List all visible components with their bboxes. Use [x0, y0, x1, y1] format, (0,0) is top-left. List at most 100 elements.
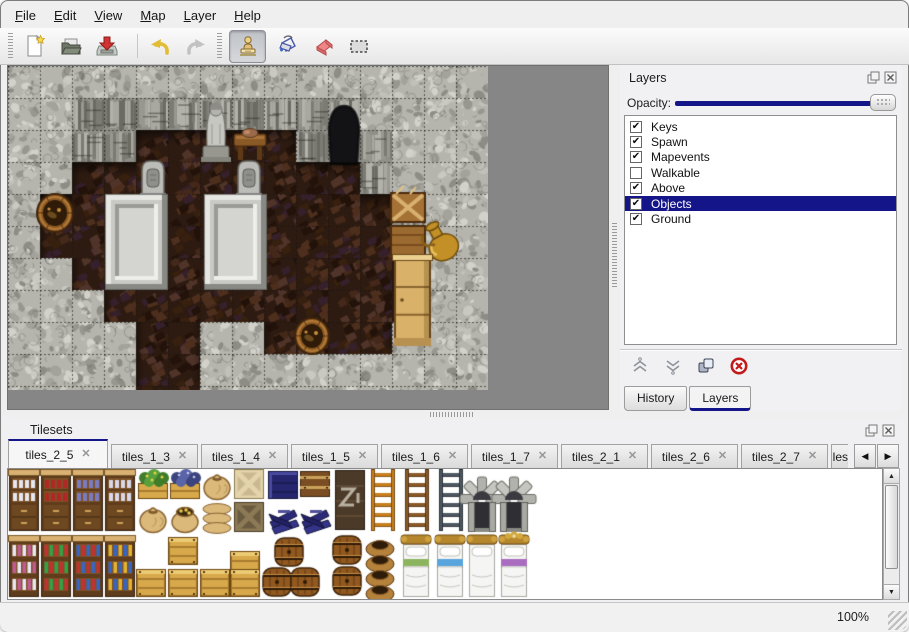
layer-visibility-checkbox[interactable]: [630, 167, 642, 179]
opacity-slider[interactable]: [675, 91, 896, 115]
move-layer-up-icon: [630, 356, 650, 376]
menu-item-layer[interactable]: Layer: [175, 4, 226, 26]
layer-row-objects[interactable]: ✔Objects: [625, 196, 896, 211]
tilesets-panel: Tilesets tiles_2_5✕tiles_1_3✕tiles_1_4✕t…: [3, 418, 906, 602]
layer-row-mapevents[interactable]: ✔ Mapevents: [625, 150, 896, 165]
tileset-canvas[interactable]: [8, 469, 882, 599]
redo-button[interactable]: [181, 31, 211, 61]
layer-visibility-checkbox[interactable]: ✔: [630, 182, 642, 194]
horizontal-splitter[interactable]: [0, 410, 909, 418]
tileset-tab-tiles_1_3[interactable]: tiles_1_3 ✕: [111, 444, 198, 468]
fill-icon: [275, 34, 299, 58]
menu-bar: FileEditViewMapLayerHelp: [6, 4, 903, 28]
tileset-tab-tiles_2[interactable]: tiles_2: [831, 444, 848, 468]
tileset-tab-tiles_1_6[interactable]: tiles_1_6✕: [381, 444, 468, 468]
stamp-button[interactable]: [229, 30, 266, 63]
tileset-tab-label: tiles_2_5: [25, 448, 73, 462]
layer-row-spawn[interactable]: ✔ Spawn: [625, 134, 896, 149]
tileset-tab-tiles_2_1[interactable]: tiles_2_1✕: [561, 444, 648, 468]
dock-tab-bar: HistoryLayers: [624, 386, 751, 411]
tileset-tab-bar: tiles_2_5✕tiles_1_3✕tiles_1_4✕tiles_1_5✕…: [8, 439, 848, 468]
save-file-button[interactable]: [92, 31, 122, 61]
save-file-icon: [95, 34, 119, 58]
close-tab-icon[interactable]: ✕: [538, 451, 547, 462]
scroll-down-button[interactable]: ▼: [884, 584, 899, 599]
undo-icon: [148, 34, 172, 58]
delete-layer-button[interactable]: [727, 355, 751, 377]
layer-label: Keys: [651, 120, 678, 134]
menu-item-map[interactable]: Map: [131, 4, 174, 26]
tilesets-panel-title: Tilesets: [30, 423, 73, 437]
scroll-tabs-left-button[interactable]: ◀: [854, 444, 876, 468]
scroll-up-button[interactable]: ▲: [884, 469, 899, 484]
toolbar-grip-icon: [8, 33, 13, 59]
layer-visibility-checkbox[interactable]: ✔: [630, 136, 642, 148]
vertical-splitter[interactable]: [609, 65, 620, 410]
move-layer-down-button[interactable]: [661, 355, 685, 377]
opacity-slider-handle[interactable]: [870, 94, 896, 111]
toolbar-separator: [137, 34, 138, 58]
eraser-button[interactable]: [308, 31, 338, 61]
opacity-label: Opacity:: [627, 96, 671, 110]
layer-visibility-checkbox[interactable]: ✔: [630, 213, 642, 225]
tilesets-panel-close-button[interactable]: [882, 424, 895, 437]
zoom-level: 100%: [837, 610, 869, 624]
new-file-button[interactable]: [20, 31, 50, 61]
layer-row-walkable[interactable]: Walkable: [625, 165, 896, 180]
close-tab-icon[interactable]: ✕: [268, 451, 277, 462]
close-tab-icon[interactable]: ✕: [448, 451, 457, 462]
application-window: FileEditViewMapLayerHelp Layers Opacity:…: [0, 0, 909, 632]
tileset-tab-tiles_2_7[interactable]: tiles_2_7✕: [741, 444, 828, 468]
delete-layer-icon: [729, 356, 749, 376]
menu-item-view[interactable]: View: [85, 4, 131, 26]
menu-item-help[interactable]: Help: [225, 4, 270, 26]
move-layer-up-button[interactable]: [628, 355, 652, 377]
scrollbar-thumb[interactable]: [885, 485, 898, 569]
close-tab-icon[interactable]: ✕: [808, 451, 817, 462]
tileset-view: [7, 468, 883, 600]
tileset-tab-tiles_1_5[interactable]: tiles_1_5 ✕: [291, 444, 378, 468]
tileset-tab-label: tiles_1_3: [122, 450, 170, 464]
duplicate-layer-button[interactable]: [694, 355, 718, 377]
resize-grip[interactable]: [888, 611, 907, 630]
layer-label: Walkable: [651, 166, 700, 180]
layer-label: Mapevents: [651, 150, 710, 164]
layer-label: Above: [651, 181, 685, 195]
close-tab-icon[interactable]: ✕: [628, 451, 637, 462]
tileset-scrollbar[interactable]: ▲ ▼: [883, 468, 900, 600]
close-tab-icon[interactable]: ✕: [718, 451, 727, 462]
layers-panel-float-button[interactable]: [867, 71, 880, 84]
layer-label: Spawn: [651, 135, 688, 149]
layer-row-ground[interactable]: ✔Ground: [625, 211, 896, 226]
open-file-button[interactable]: [56, 31, 86, 61]
close-tab-icon[interactable]: ✕: [81, 449, 90, 460]
layer-visibility-checkbox[interactable]: ✔: [630, 121, 642, 133]
tileset-tab-label: tiles_1_5: [302, 450, 350, 464]
opacity-row: Opacity:: [620, 91, 902, 115]
tileset-tab-tiles_2_5[interactable]: tiles_2_5 ✕: [8, 439, 108, 468]
layer-row-above[interactable]: ✔ Above: [625, 181, 896, 196]
layer-visibility-checkbox[interactable]: ✔: [630, 151, 642, 163]
tilesets-panel-float-button[interactable]: [865, 424, 878, 437]
fill-button[interactable]: [272, 31, 302, 61]
layers-panel-close-button[interactable]: [884, 71, 897, 84]
close-tab-icon[interactable]: ✕: [358, 451, 367, 462]
menu-item-file[interactable]: File: [6, 4, 45, 26]
layers-panel-header-buttons: [867, 71, 897, 84]
close-tab-icon[interactable]: ✕: [178, 451, 187, 462]
layers-panel: Layers Opacity: ✔ Keys ✔ Spawn ✔ Mapevents Wal…: [620, 65, 902, 411]
layer-row-keys[interactable]: ✔ Keys: [625, 119, 896, 134]
tileset-tab-tiles_1_4[interactable]: tiles_1_4✕: [201, 444, 288, 468]
scroll-tabs-right-button[interactable]: ▶: [877, 444, 899, 468]
dock-tab-layers[interactable]: Layers: [689, 386, 751, 411]
opacity-slider-track[interactable]: [675, 101, 894, 106]
select-button[interactable]: [344, 31, 374, 61]
tileset-tab-tiles_2_6[interactable]: tiles_2_6✕: [651, 444, 738, 468]
undo-button[interactable]: [145, 31, 175, 61]
menu-item-edit[interactable]: Edit: [45, 4, 85, 26]
layer-visibility-checkbox[interactable]: ✔: [630, 198, 642, 210]
map-canvas[interactable]: [8, 66, 488, 390]
tileset-tab-tiles_1_7[interactable]: tiles_1_7✕: [471, 444, 558, 468]
select-icon: [347, 34, 371, 58]
dock-tab-history[interactable]: History: [624, 386, 687, 411]
